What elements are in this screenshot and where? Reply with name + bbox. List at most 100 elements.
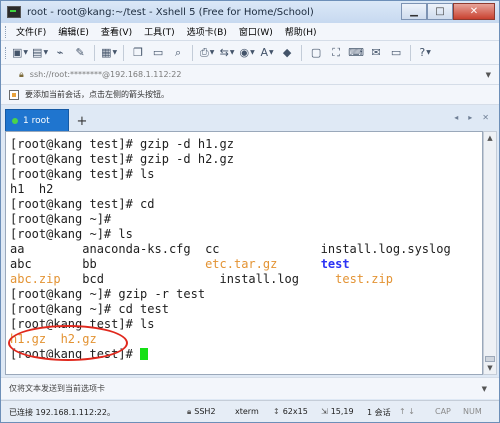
connection-status: 已连接 192.168.1.112:22。 [9,408,115,417]
tab-root[interactable]: 1 root [5,109,69,131]
highlight-circle [8,325,128,361]
new-tab-button[interactable]: + [73,111,91,131]
menu-bar: 文件(F) 编辑(E) 查看(V) 工具(T) 选项卡(B) 窗口(W) 帮助(… [1,23,499,41]
lock-icon: 🔒︎ [19,69,24,80]
menu-tab[interactable]: 选项卡(B) [181,25,233,38]
compose-dropdown-icon[interactable]: ▼ [482,385,487,393]
close-button[interactable]: ✕ [453,3,495,20]
toolbar-separator [301,44,303,61]
cursor-icon: ⇲ [321,407,328,416]
address-dropdown-icon[interactable]: ▼ [486,71,491,79]
fullscreen-icon[interactable]: ⛶ [328,44,344,62]
terminal-text: [root@kang test]# gzip -d h2.gz [10,152,234,166]
color-icon[interactable]: ◆ [279,44,295,62]
address-bar: 🔒︎ ssh://root:********@192.168.1.112:22 … [1,65,499,85]
tab-next-icon[interactable]: ▸ [468,113,472,122]
terminal-text: test [320,257,350,271]
terminal-line: [root@kang test]# ls [10,167,155,182]
connected-status-icon [12,117,18,124]
scroll-up-icon[interactable]: ▲ [484,132,496,144]
compose-icon[interactable]: ✉ [368,44,384,62]
terminal-text: abc.zip [10,272,61,286]
terminal-text: [root@kang ~]# gzip -r test [10,287,206,301]
disconnect-icon[interactable]: ⌁ [52,44,68,62]
compose-input[interactable]: 仅将文本发送到当前选项卡 [9,383,105,394]
terminal-type: xterm [235,407,259,416]
open-folder-icon[interactable]: ▤ ▼ [32,44,48,62]
minimize-button[interactable]: ▁ [401,3,427,20]
terminal-output[interactable]: [root@kang test]# gzip -d h1.gz [root@kan… [5,131,483,375]
add-session-arrow-icon[interactable] [9,89,19,100]
terminal-line: [root@kang ~]# cd test [10,302,169,317]
toolbar-separator [192,44,194,61]
num-indicator: NUM [463,407,482,416]
terminal-text: bcd install.log [60,272,336,286]
toolbar: ▣ ▼ ▤ ▼ ⌁ ✎ ▦ ▼ ❐ ▭ ⌕ ⎙ ▼ ⇆ ▼ ◉ ▼ A ▼ ◆ ▢ ⛶ ⌨ ✉… [1,41,499,65]
lock-icon[interactable]: ▢ [308,44,324,62]
edit-icon[interactable]: ✎ [72,44,88,62]
terminal-line: abc bb etc.tar.gz test [10,257,350,272]
terminal-size: ↕ 62x15 [273,407,308,416]
terminal-text: [root@kang ~]# cd test [10,302,169,316]
lock-icon: 🔒︎ [187,407,192,416]
terminal-line: abc.zip bcd install.log test.zip [10,272,393,287]
tab-prev-icon[interactable]: ◂ [454,113,458,122]
terminal-text: [root@kang test]# cd [10,197,155,211]
menu-tools[interactable]: 工具(T) [138,25,181,38]
help-icon[interactable]: ? ▼ [417,44,433,62]
copy-icon[interactable]: ❐ [130,44,146,62]
terminal-line: [root@kang ~]# [10,212,111,227]
toolbar-separator [94,44,96,61]
terminal-text: h1 h2 [10,182,54,196]
terminal-text: [root@kang test]# ls [10,167,155,181]
scroll-down-icon[interactable]: ▼ [484,362,496,374]
terminal-text: etc.tar.gz [205,257,278,271]
new-session-icon[interactable]: ▣ ▼ [12,44,28,62]
menu-file[interactable]: 文件(F) [10,25,52,38]
globe-icon[interactable]: ◉ ▼ [239,44,255,62]
address-input[interactable]: 🔒︎ ssh://root:********@192.168.1.112:22 [19,67,489,83]
compose-bar[interactable]: 仅将文本发送到当前选项卡 ▼ [1,377,499,399]
session-count: 1 会话 [367,408,391,417]
font-icon[interactable]: A ▼ [259,44,275,62]
title-bar: root - root@kang:~/test - Xshell 5 (Free… [1,1,499,23]
terminal-line: [root@kang test]# gzip -d h1.gz [10,137,234,152]
terminal-line: [root@kang ~]# gzip -r test [10,287,205,302]
menu-edit[interactable]: 编辑(E) [52,25,95,38]
session-nav-arrows: ↑ ↓ [399,407,415,416]
print-icon[interactable]: ⎙ ▼ [199,44,215,62]
menu-help[interactable]: 帮助(H) [279,25,323,38]
transfer-icon[interactable]: ⇆ ▼ [219,44,235,62]
protocol-value: SSH2 [194,407,216,416]
terminal-text: [root@kang ~]# ls [10,227,133,241]
tab-close-icon[interactable]: ✕ [482,113,489,122]
terminal-cursor [140,348,149,360]
terminal-line: [root@kang ~]# ls [10,227,133,242]
message-icon[interactable]: ▭ [388,44,404,62]
tab-label: 1 root [23,115,50,126]
window-title: root - root@kang:~/test - Xshell 5 (Free… [27,6,314,18]
xshell-window: root - root@kang:~/test - Xshell 5 (Free… [0,0,500,423]
cursor-position: ⇲ 15,19 [321,407,354,416]
paste-icon[interactable]: ▭ [150,44,166,62]
address-value: ssh://root:********@192.168.1.112:22 [29,70,182,79]
toolbar-separator [410,44,412,61]
menu-view[interactable]: 查看(V) [95,25,138,38]
properties-icon[interactable]: ▦ ▼ [101,44,117,62]
terminal-text: abc bb [10,257,206,271]
tab-navigation: ◂ ▸ ✕ [444,113,489,122]
toolbar-separator [123,44,125,61]
terminal-scrollbar[interactable]: ▲ ▼ [483,131,497,375]
menu-window[interactable]: 窗口(W) [233,25,279,38]
terminal-text: [root@kang test]# gzip -d h1.gz [10,137,234,151]
status-bar: 已连接 192.168.1.112:22。 🔒︎ SSH2 xterm ↕ 62x1… [1,400,499,422]
find-icon[interactable]: ⌕ [170,44,186,62]
toolbar-grip [5,46,8,59]
info-bar: 要添加当前会话，点击左侧的箭头按钮。 [1,85,499,105]
terminal-text: aa anaconda-ks.cfg cc install.log.syslog [10,242,451,256]
maximize-button[interactable]: □ [427,3,453,20]
resize-icon: ↕ [273,407,280,416]
terminal-line: aa anaconda-ks.cfg cc install.log.syslog [10,242,451,257]
keyboard-icon[interactable]: ⌨ [348,44,364,62]
